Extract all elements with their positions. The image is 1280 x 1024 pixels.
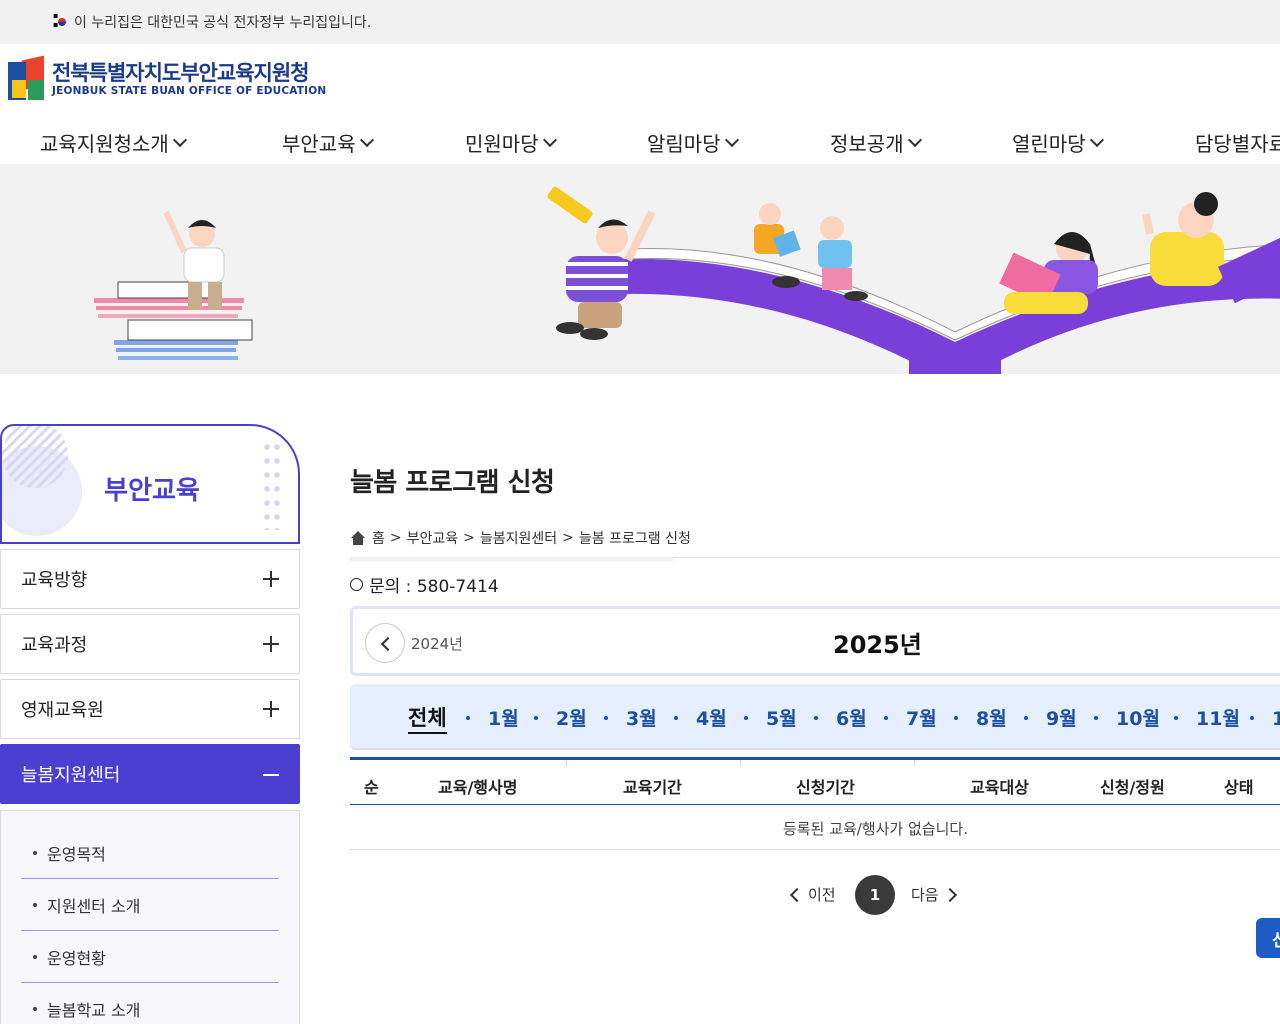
- chevron-right-icon: [942, 887, 957, 902]
- breadcrumb-home[interactable]: 홈: [372, 528, 385, 548]
- gov-banner[interactable]: 이 누리집은 대한민국 공식 전자정부 누리집입니다.: [0, 0, 1280, 44]
- logo-name-en: JEONBUK STATE BUAN OFFICE OF EDUCATION: [52, 85, 327, 97]
- plus-icon: [263, 701, 279, 717]
- logo-name-kr: 전북특별자치도부안교육지원청: [52, 61, 309, 85]
- inquiry-info: 문의 : 580-7414: [350, 572, 499, 597]
- gnb-item-disclosure[interactable]: 정보공개: [830, 128, 922, 157]
- main-navigation: 교육지원청소개 부안교육 민원마당 알림마당 정보공개 열린마당 담당별자료: [0, 120, 1280, 164]
- gnb-item-civil[interactable]: 민원마당: [465, 128, 557, 157]
- sidebar-item-education-direction[interactable]: 교육방향: [0, 549, 300, 609]
- gnb-item-open[interactable]: 열린마당: [1012, 128, 1104, 157]
- empty-message: 등록된 교육/행사가 없습니다.: [783, 820, 968, 838]
- submenu-item-school-intro[interactable]: 늘봄학교 소개: [21, 983, 279, 1024]
- minus-icon: [263, 774, 279, 776]
- month-tab-11[interactable]: 11월: [1196, 704, 1240, 731]
- th-status: 상태: [1224, 778, 1254, 797]
- apply-button[interactable]: 신청: [1256, 918, 1280, 958]
- month-tab-6[interactable]: 6월: [836, 704, 867, 731]
- hero-banner: [0, 164, 1280, 374]
- breadcrumb-level2[interactable]: 늘봄지원센터: [480, 528, 557, 548]
- gnb-item-resources[interactable]: 담당별자료: [1195, 128, 1280, 157]
- home-icon[interactable]: [350, 531, 366, 545]
- year-navigator: 2024년 2025년: [350, 606, 1280, 676]
- th-capacity: 신청/정원: [1100, 778, 1165, 797]
- sidebar-title: 부안교육: [104, 476, 200, 506]
- sidebar-item-gifted-education[interactable]: 영재교육원: [0, 679, 300, 739]
- month-filter-bar: 전체 1월 2월 3월 4월 5월 6월 7월 8월 9월 10월 11월 12…: [350, 684, 1280, 750]
- breadcrumb-level3: 늘봄 프로그램 신청: [578, 531, 691, 547]
- month-tab-8[interactable]: 8월: [976, 704, 1007, 731]
- breadcrumb-divider: [350, 557, 1280, 561]
- sidebar-item-curriculum[interactable]: 교육과정: [0, 614, 300, 674]
- bullet-icon: [33, 902, 37, 907]
- gnb-item-buan-education[interactable]: 부안교육: [282, 128, 374, 157]
- submenu-item-center-intro[interactable]: 지원센터 소개: [21, 879, 279, 931]
- circle-icon: [350, 578, 363, 591]
- gnb-item-about[interactable]: 교육지원청소개: [40, 128, 187, 157]
- th-name: 교육/행사명: [438, 778, 518, 797]
- prev-year-button[interactable]: [365, 623, 405, 663]
- chevron-down-icon: [542, 132, 557, 147]
- breadcrumb: 홈 > 부안교육 > 늘봄지원센터 > 늘봄 프로그램 신청: [350, 528, 691, 548]
- pagination-next-button[interactable]: 다음: [911, 884, 957, 905]
- sidebar-submenu: 운영목적 지원센터 소개 운영현황 늘봄학교 소개: [0, 810, 300, 1024]
- breadcrumb-level1[interactable]: 부안교육: [407, 528, 459, 548]
- site-logo[interactable]: 전북특별자치도부안교육지원청 JEONBUK STATE BUAN OFFICE…: [8, 55, 327, 102]
- month-tab-9[interactable]: 9월: [1046, 704, 1077, 731]
- bullet-icon: [33, 850, 37, 855]
- month-tab-3[interactable]: 3월: [626, 704, 657, 731]
- th-edu-period: 교육기간: [623, 778, 682, 797]
- hero-illustration: [94, 186, 1280, 374]
- th-no: 순: [364, 778, 379, 797]
- th-target: 교육대상: [970, 778, 1029, 797]
- month-tab-10[interactable]: 10월: [1116, 704, 1160, 731]
- pagination-prev-button[interactable]: 이전: [789, 884, 836, 905]
- chevron-down-icon: [907, 132, 922, 147]
- table-empty-row: 등록된 교육/행사가 없습니다.: [350, 805, 1280, 850]
- month-tab-all[interactable]: 전체: [408, 702, 447, 734]
- month-tab-12[interactable]: 12월: [1272, 704, 1280, 731]
- month-tab-2[interactable]: 2월: [556, 704, 587, 731]
- submenu-item-status[interactable]: 운영현황: [21, 931, 279, 983]
- plus-icon: [263, 636, 279, 652]
- bullet-icon: [33, 954, 37, 959]
- chevron-down-icon: [1089, 132, 1104, 147]
- submenu-item-purpose[interactable]: 운영목적: [21, 827, 279, 879]
- prev-year-label[interactable]: 2024년: [411, 633, 463, 654]
- page-title: 늘봄 프로그램 신청: [350, 468, 555, 498]
- chevron-down-icon: [172, 132, 187, 147]
- korea-flag-icon: [53, 11, 70, 29]
- bullet-icon: [33, 1007, 37, 1011]
- gnb-item-notice[interactable]: 알림마당: [647, 128, 739, 157]
- logo-emblem-icon: [8, 55, 46, 100]
- chevron-left-icon: [789, 887, 805, 902]
- gov-banner-text: 이 누리집은 대한민국 공식 전자정부 누리집입니다.: [74, 15, 372, 31]
- sidebar-item-neulbom-center[interactable]: 늘봄지원센터: [0, 744, 300, 804]
- chevron-down-icon: [724, 132, 739, 147]
- plus-icon: [263, 571, 279, 587]
- current-year: 2025년: [833, 631, 922, 659]
- pagination-current-page[interactable]: 1: [855, 875, 895, 915]
- month-tab-1[interactable]: 1월: [488, 704, 519, 731]
- table-header: 순 교육/행사명 교육기간 신청기간 교육대상 신청/정원 상태: [350, 757, 1280, 805]
- month-tab-5[interactable]: 5월: [766, 704, 797, 731]
- th-apply-period: 신청기간: [796, 778, 855, 797]
- month-tab-4[interactable]: 4월: [696, 704, 727, 731]
- chevron-down-icon: [359, 132, 374, 147]
- sidebar-title-box: 부안교육: [0, 424, 300, 544]
- month-tab-7[interactable]: 7월: [906, 704, 937, 731]
